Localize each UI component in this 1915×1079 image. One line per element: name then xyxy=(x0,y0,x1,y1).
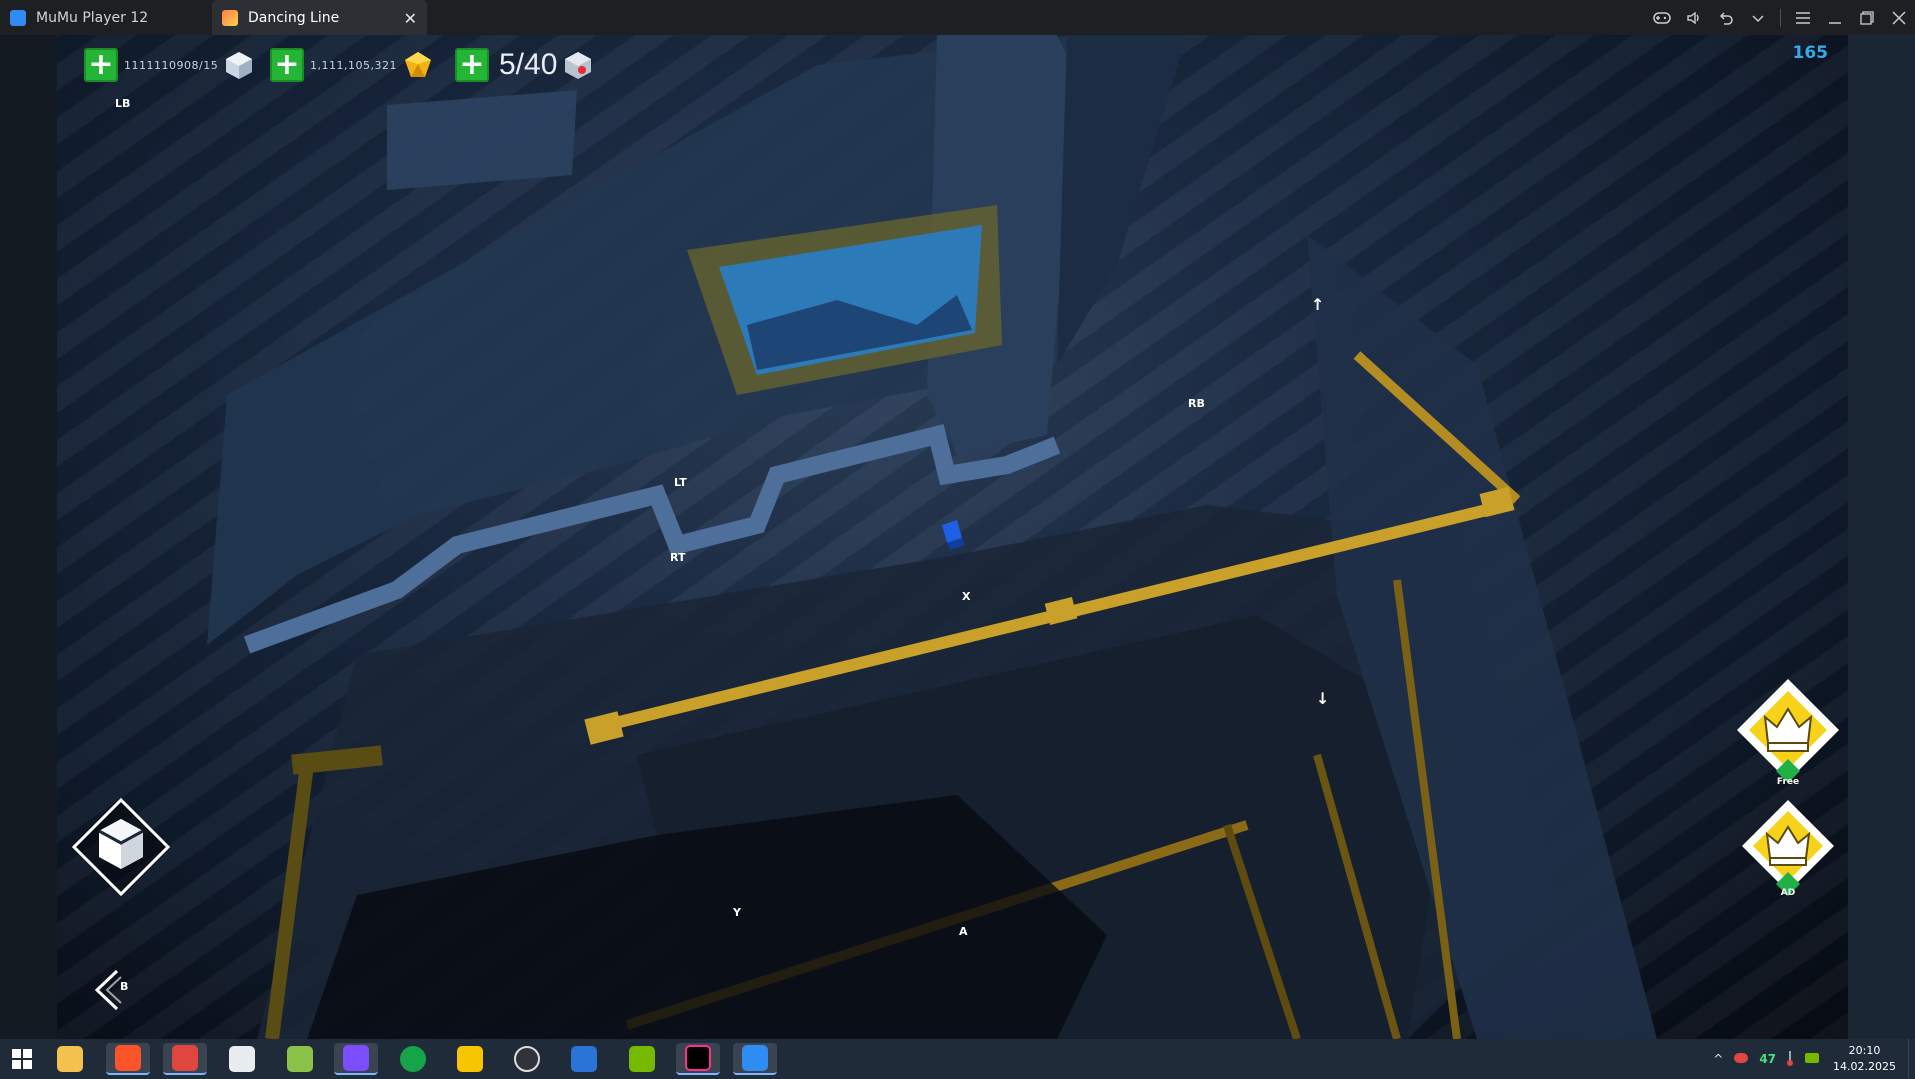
crowns-value: 1,111,105,321 xyxy=(310,58,397,72)
ad-tag: AD xyxy=(1780,888,1796,898)
dropdown-icon[interactable] xyxy=(1742,0,1774,35)
game-scene xyxy=(207,35,1657,1039)
dots-app-icon[interactable] xyxy=(278,1043,322,1075)
divider xyxy=(1780,8,1781,27)
tray-thermometer-icon[interactable] xyxy=(1786,1050,1794,1069)
key-label-lt: LT xyxy=(674,476,687,489)
show-desktop-button[interactable] xyxy=(1908,1039,1915,1079)
tab-label: Dancing Line xyxy=(248,9,340,26)
key-label-b: B xyxy=(120,980,129,993)
clock-time: 20:10 xyxy=(1848,1044,1881,1057)
mumu-icon xyxy=(10,9,26,26)
emulator-left-margin xyxy=(0,35,57,1039)
key-label-y: Y xyxy=(733,906,741,919)
levels-value: 5/40 xyxy=(499,48,558,81)
skins-cube-button[interactable] xyxy=(71,797,171,897)
tray-gamepad-icon[interactable] xyxy=(1733,1052,1749,1067)
windows-taskbar: ^ 47 20:10 14.02.2025 xyxy=(0,1039,1915,1079)
crown-icon xyxy=(1742,800,1834,896)
ad-crown-button[interactable]: AD xyxy=(1738,796,1838,898)
nvidia-icon[interactable] xyxy=(620,1043,664,1075)
obsidian-icon[interactable] xyxy=(334,1043,378,1075)
key-label-x: X xyxy=(962,590,971,603)
windows-start-icon[interactable] xyxy=(0,1043,44,1075)
dancing-line-icon xyxy=(222,9,238,26)
tab-mumu-player[interactable]: MuMu Player 12 xyxy=(0,0,212,35)
tab-dancing-line[interactable]: Dancing Line ✕ xyxy=(212,0,427,35)
minimize-icon[interactable] xyxy=(1819,0,1851,35)
title-bar: MuMu Player 12 Dancing Line ✕ xyxy=(0,0,1915,35)
tray-nvidia-icon[interactable] xyxy=(1804,1052,1820,1067)
gamepad-icon[interactable] xyxy=(1646,0,1678,35)
mumu-player-icon[interactable] xyxy=(733,1043,777,1075)
fps-monitor-icon[interactable] xyxy=(391,1043,435,1075)
taskbar-clock[interactable]: 20:10 14.02.2025 xyxy=(1833,1043,1896,1075)
brave-icon[interactable] xyxy=(106,1043,150,1075)
crown-icon xyxy=(1737,679,1839,783)
key-label-a: A xyxy=(959,925,968,938)
window-controls xyxy=(1646,0,1915,35)
clock-date: 14.02.2025 xyxy=(1833,1060,1896,1073)
system-tray: ^ 47 20:10 14.02.2025 xyxy=(1708,1039,1915,1079)
gems-value: 1111110908/15 xyxy=(124,58,219,72)
free-crown-button[interactable]: Free xyxy=(1733,675,1843,787)
f-app-icon[interactable] xyxy=(562,1043,606,1075)
key-label-lb: LB xyxy=(115,97,131,110)
close-icon[interactable] xyxy=(1883,0,1915,35)
volume-icon[interactable] xyxy=(1678,0,1710,35)
tab-label: MuMu Player 12 xyxy=(36,9,149,26)
tray-chevron-icon[interactable]: ^ xyxy=(1713,1052,1723,1066)
add-gems-button[interactable]: + xyxy=(84,48,118,82)
key-label-rt: RT xyxy=(670,551,686,564)
intellij-icon[interactable] xyxy=(676,1043,720,1075)
gems-counter: + 1111110908/15 xyxy=(84,43,254,87)
restore-icon[interactable] xyxy=(1851,0,1883,35)
levels-counter: + 5/40 xyxy=(455,43,593,87)
undo-icon[interactable] xyxy=(1710,0,1742,35)
diamond-cube-icon xyxy=(226,52,253,79)
game-viewport[interactable]: + 1111110908/15 + 1,111,105,321 + 5/40 1… xyxy=(57,35,1848,1039)
crowns-counter: + 1,111,105,321 xyxy=(270,43,433,87)
add-levels-button[interactable]: + xyxy=(455,48,489,82)
game-controller-icon[interactable] xyxy=(163,1043,207,1075)
fps-counter: 165 xyxy=(1792,43,1829,63)
level-cube-icon xyxy=(565,52,592,79)
key-label-up: ↑ xyxy=(1311,295,1325,314)
emulator-right-margin xyxy=(1848,35,1915,1039)
file-explorer-icon[interactable] xyxy=(48,1043,92,1075)
menu-icon[interactable] xyxy=(1787,0,1819,35)
rubber-duck-icon[interactable] xyxy=(448,1043,492,1075)
obs-icon[interactable] xyxy=(505,1043,549,1075)
firefox-dev-icon[interactable] xyxy=(220,1043,264,1075)
key-label-down: ↓ xyxy=(1316,689,1330,708)
gold-gem-icon xyxy=(404,52,431,77)
add-crowns-button[interactable]: + xyxy=(270,48,304,82)
close-tab-icon[interactable]: ✕ xyxy=(404,9,417,28)
free-tag: Free xyxy=(1776,777,1800,787)
back-button[interactable] xyxy=(87,965,137,1015)
tray-gpu-temp[interactable]: 47 xyxy=(1759,1052,1776,1066)
key-label-rb: RB xyxy=(1188,397,1205,410)
